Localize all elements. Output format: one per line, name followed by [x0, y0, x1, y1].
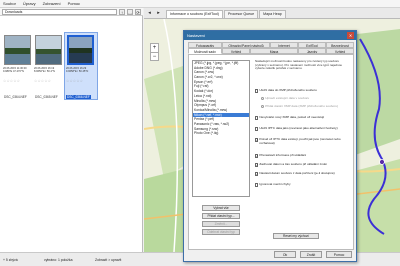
checkbox-icon[interactable] [255, 116, 259, 120]
dialog-title-bar: Nastavení ✕ [184, 31, 356, 40]
option-checkbox[interactable]: ✓ Zachovat datum a čas souboru při ukládá… [255, 162, 353, 167]
option-label: Nevytvářet nový XMP data, pokud už neexi… [259, 115, 325, 119]
option-radio[interactable]: Upravit existující data v souboru [261, 96, 359, 101]
tab-file-info[interactable]: Informace o souboru (ExifTool) [166, 10, 223, 18]
dialog-tabs: Fotoaparáty Obrazky/Panel nástrojů Inter… [188, 42, 354, 54]
path-combo[interactable]: Downloads [2, 8, 117, 15]
tab-queue[interactable]: Procesor Queue [223, 10, 259, 18]
dialog-title: Nastavení [187, 33, 206, 38]
folder-up-icon[interactable]: ↑ [119, 8, 125, 15]
reset-defaults-button[interactable]: Reset my výchozí [273, 233, 319, 239]
refresh-icon[interactable]: ⟳ [135, 8, 141, 15]
option-checkbox[interactable]: Ignorovat menší chyby [255, 182, 353, 187]
thumbnail-caption: 20.06.2015 16:19 8.9656°E / 50.4°N [34, 67, 55, 73]
tab-map[interactable]: Mapa Heap [259, 10, 286, 18]
radio-icon[interactable] [261, 97, 265, 101]
status-right: Zobrazit > upravit [95, 258, 122, 262]
menu-file[interactable]: Soubor [3, 1, 16, 6]
file-options-panel: JPEG (*.jpg, *.jpeg, *.jpe, *.jfif) Adobe… [188, 54, 354, 250]
rating-stars[interactable]: ☆☆☆☆☆ [66, 79, 83, 83]
option-checkbox[interactable]: ✓ Přenastavit informace při ukládání [255, 153, 353, 158]
checkbox-icon[interactable] [255, 89, 259, 93]
status-left: + 5 zbývá [3, 258, 18, 262]
thumbnail-item[interactable]: 20.06.2015 11:30:00 9.989°E 47.270°N ☆☆☆… [3, 35, 32, 106]
radio-icon[interactable] [261, 105, 265, 109]
thumbnail-caption: 20.06.2015 11:30:00 9.989°E 47.270°N [3, 67, 27, 73]
menu-help[interactable]: Pomoc [68, 1, 80, 6]
select-all-button[interactable]: Vybrat vše [202, 205, 240, 211]
checkbox-icon[interactable] [255, 183, 259, 187]
option-label: Přidat vlastní XMP data (XMP přidruženéh… [265, 104, 338, 108]
checked-box-icon[interactable]: ✓ [255, 172, 259, 176]
options-description: Následující možnosti budou nastaveny pro… [255, 59, 343, 71]
option-checkbox[interactable]: ✓ Pokud už IPTC data existují, použít jak… [255, 137, 353, 146]
thumbnail-filename: DSC_0366.NEF [66, 95, 91, 99]
zoom-out-icon[interactable]: − [151, 52, 158, 60]
checked-box-icon[interactable]: ✓ [255, 163, 259, 167]
checked-box-icon[interactable]: ✓ [255, 138, 259, 142]
option-label: Přenastavit informace při ukládání [259, 153, 307, 157]
option-checkbox[interactable]: Uložit data do XMP přidruženého souboru [255, 88, 353, 93]
option-checkbox[interactable]: ✓ Nastavit datum souboru z data pořízení … [255, 171, 353, 176]
zoom-in-icon[interactable]: + [151, 44, 158, 52]
close-icon[interactable]: ✕ [347, 32, 354, 39]
settings-dialog: Nastavení ✕ Fotoaparáty Obrazky/Panel ná… [183, 30, 357, 262]
path-bar: Downloads ↑ … ⟳ [0, 8, 143, 16]
option-label: Pokud už IPTC data existují, použít jak … [259, 137, 341, 145]
thumbnail-filename: DSC_0364.NEF [4, 95, 27, 99]
back-icon[interactable]: ◂ [146, 10, 153, 17]
forward-icon[interactable]: ▸ [155, 10, 162, 17]
option-checkbox[interactable]: Uložit IPTC data jako (nevracet jako alt… [255, 126, 353, 131]
zoom-control: + − [150, 43, 159, 61]
option-label: Nastavit datum souboru z data pořízení (… [259, 171, 335, 175]
option-label: Uložit data do XMP přidruženého souboru [259, 88, 317, 92]
option-label: Uložit IPTC data jako (nevracet jako alt… [259, 126, 338, 130]
add-custom-type-button[interactable]: Přidat vlastní typ... [202, 213, 240, 219]
file-type-item[interactable]: Photo One (*.iiq) [193, 131, 249, 136]
option-radio[interactable]: Přidat vlastní XMP data (XMP přidruženéh… [261, 104, 359, 109]
thumbnail-filename: DSC_0365.NEF [35, 95, 58, 99]
photo-image [67, 35, 94, 65]
option-label: Ignorovat menší chyby [259, 182, 291, 186]
change-button[interactable]: Změnit... [202, 221, 240, 227]
thumbnail-grid: 20.06.2015 11:30:00 9.989°E 47.270°N ☆☆☆… [0, 17, 143, 257]
photo-image [4, 35, 31, 65]
thumbnail-item[interactable]: 20.06.2015 16:19 8.9656°E / 50.4°N ☆☆☆☆☆… [34, 35, 63, 106]
checked-box-icon[interactable]: ✓ [255, 154, 259, 158]
thumbnail-pane: Downloads ↑ … ⟳ 20.06.2015 11:30:00 9.98… [0, 8, 143, 266]
checkbox-icon[interactable] [255, 127, 259, 131]
thumbnail-item-selected[interactable]: 20.06.2015 16:29 9.9658°E / 50.45°N ☆☆☆☆… [64, 32, 98, 106]
browse-icon[interactable]: … [127, 8, 133, 15]
cancel-button[interactable]: Zrušit [300, 251, 322, 258]
rating-stars[interactable]: ☆☆☆☆☆ [34, 79, 51, 83]
menu-bar: Soubor Úpravy Zobrazení Pomoc [0, 0, 400, 8]
remove-custom-type-button[interactable]: Odebrat vlastní typ [202, 229, 240, 235]
status-middle: vybráno: 1 položka [44, 258, 73, 262]
menu-view[interactable]: Zobrazení [43, 1, 61, 6]
photo-image [35, 35, 62, 65]
right-tabs: ◂ ▸ Informace o souboru (ExifTool) Proce… [144, 8, 400, 19]
option-label: Upravit existující data v souboru [265, 96, 310, 100]
rating-stars[interactable]: ☆☆☆☆☆ [3, 79, 20, 83]
help-button[interactable]: Pomoc [326, 251, 352, 258]
menu-edit[interactable]: Úpravy [23, 1, 36, 6]
file-type-list[interactable]: JPEG (*.jpg, *.jpeg, *.jpe, *.jfif) Adobe… [192, 60, 250, 197]
ok-button[interactable]: Ok [274, 251, 296, 258]
thumbnail-caption: 20.06.2015 16:29 9.9658°E / 50.45°N [66, 67, 89, 73]
option-checkbox[interactable]: Nevytvářet nový XMP data, pokud už neexi… [255, 115, 353, 120]
option-label: Zachovat datum a čas souboru při ukládán… [259, 162, 328, 166]
